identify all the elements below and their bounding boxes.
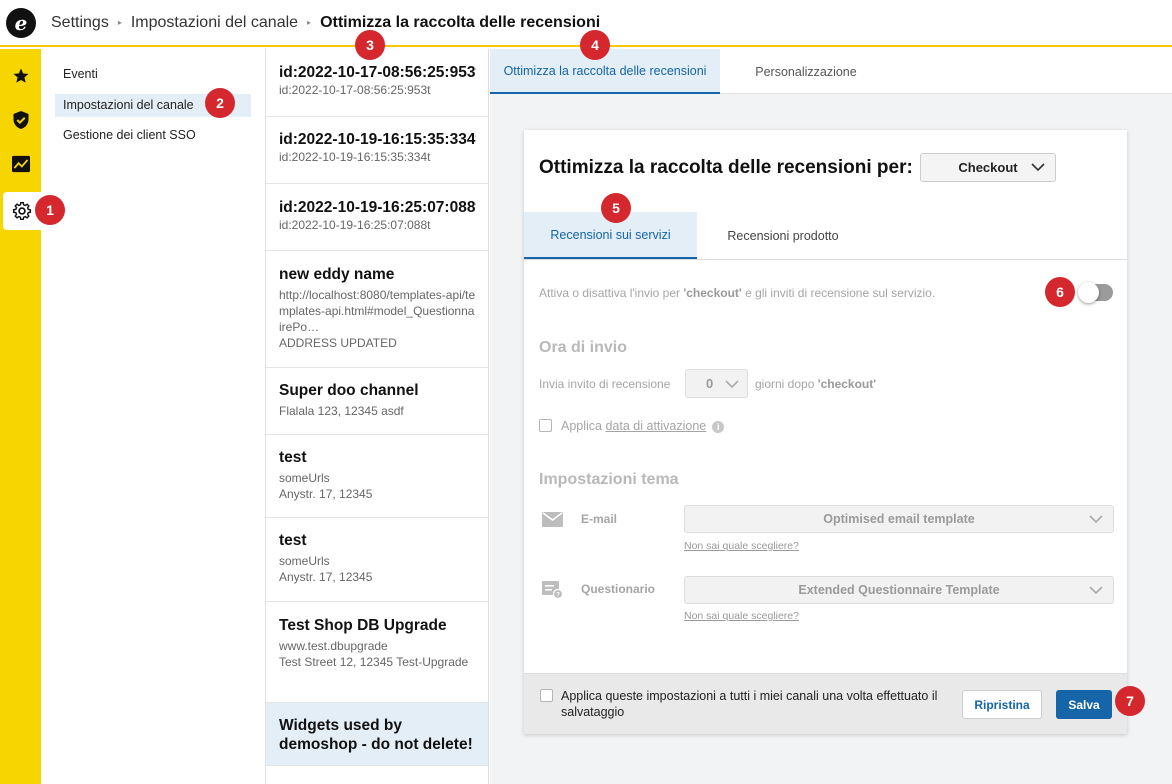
- channel-subtitle: http://localhost:8080/templates-api/temp…: [279, 288, 476, 350]
- list-item[interactable]: id:2022-10-19-16:15:35:334t id:2022-10-1…: [266, 117, 488, 184]
- icon-rail: [0, 49, 41, 784]
- channel-subtitle: Flalala 123, 12345 asdf: [279, 404, 404, 418]
- apply-all-channels-checkbox[interactable]: [540, 689, 553, 702]
- svg-text:?: ?: [556, 592, 560, 599]
- annotation-marker: 2: [205, 88, 235, 118]
- logo-letter: e: [14, 10, 28, 35]
- toggle-text-pre: Attiva o disattiva l'invio per: [539, 286, 684, 300]
- email-label: E-mail: [581, 512, 618, 526]
- trigger-select-value: Checkout: [958, 160, 1018, 175]
- chevron-down-icon: [1089, 586, 1103, 595]
- email-help-link[interactable]: Non sai quale scegliere?: [684, 540, 799, 552]
- breadcrumb: Settings ▸ Impostazioni del canale ▸ Ott…: [51, 14, 600, 32]
- apply-all-channels-label: Applica queste impostazioni a tutti i mi…: [561, 689, 938, 719]
- questionnaire-help-link[interactable]: Non sai quale scegliere?: [684, 610, 799, 622]
- breadcrumb-separator-icon: ▸: [117, 18, 122, 27]
- info-icon[interactable]: i: [712, 420, 725, 433]
- toggle-knob: [1078, 282, 1099, 303]
- main-content: Ottimizza la raccolta delle recensioni P…: [490, 49, 1172, 784]
- list-item[interactable]: test someUrls Anystr. 17, 12345: [266, 435, 488, 518]
- list-item[interactable]: id:2022-10-17-08:56:25:953t id:2022-10-1…: [266, 49, 488, 117]
- channel-title: id:2022-10-19-16:15:35:334t: [279, 131, 476, 148]
- tab-customization[interactable]: Personalizzazione: [720, 49, 892, 94]
- days-select-value: 0: [706, 376, 714, 391]
- channel-list: id:2022-10-17-08:56:25:953t id:2022-10-1…: [266, 49, 489, 784]
- channel-title: test: [279, 532, 307, 549]
- card-footer: Applica queste impostazioni a tutti i mi…: [524, 673, 1127, 734]
- subnav-item-eventi[interactable]: Eventi: [55, 63, 251, 86]
- chart-trend-icon[interactable]: [0, 145, 41, 183]
- annotation-marker: 5: [601, 193, 631, 223]
- channel-title: id:2022-10-17-08:56:25:953t: [279, 64, 476, 81]
- days-select[interactable]: 0: [685, 369, 748, 398]
- channel-subtitle: id:2022-10-17-08:56:25:953t: [279, 83, 431, 97]
- channel-title: test: [279, 449, 307, 466]
- annotation-marker: 4: [580, 30, 610, 60]
- brand-logo[interactable]: e: [6, 7, 36, 38]
- card-title: Ottimizza la raccolta delle recensioni p…: [539, 157, 913, 178]
- list-item[interactable]: new eddy name http://localhost:8080/temp…: [266, 251, 488, 368]
- channel-subtitle: someUrls Anystr. 17, 12345: [279, 471, 373, 501]
- save-button[interactable]: Salva: [1056, 690, 1112, 719]
- shield-check-icon[interactable]: [0, 101, 41, 139]
- activation-date-label: Applica data di attivazione i: [561, 419, 725, 433]
- send-invite-label: Invia invito di recensione: [539, 377, 671, 391]
- breadcrumb-channel-settings[interactable]: Impostazioni del canale: [131, 14, 298, 32]
- days-after-bold: 'checkout': [817, 377, 877, 391]
- channel-subtitle: someUrls Anystr. 17, 12345: [279, 554, 373, 584]
- email-template-value: Optimised email template: [823, 512, 975, 526]
- annotation-marker: 3: [355, 30, 385, 60]
- toggle-text-bold: 'checkout': [683, 286, 742, 300]
- questionnaire-label: Questionario: [581, 582, 656, 596]
- questionnaire-template-select[interactable]: Extended Questionnaire Template: [684, 576, 1114, 604]
- settings-subnav: Eventi Impostazioni del canale Gestione …: [41, 49, 266, 784]
- list-item[interactable]: test someUrls Anystr. 17, 12345: [266, 518, 488, 602]
- annotation-marker: 1: [35, 195, 65, 225]
- questionnaire-template-value: Extended Questionnaire Template: [798, 583, 1000, 597]
- breadcrumb-settings[interactable]: Settings: [51, 14, 109, 32]
- annotation-marker: 6: [1045, 277, 1075, 307]
- breadcrumb-current: Ottimizza la raccolta delle recensioni: [320, 13, 601, 31]
- list-item[interactable]: Test Shop DB Upgrade www.test.dbupgrade …: [266, 602, 488, 703]
- channel-title: Widgets used by demoshop - do not delete…: [279, 717, 473, 753]
- questionnaire-icon: ?: [542, 581, 563, 599]
- list-item[interactable]: id:2022-10-19-16:25:07:088t id:2022-10-1…: [266, 184, 488, 251]
- days-after-pre: giorni dopo: [755, 377, 818, 391]
- activation-date-link[interactable]: data di attivazione: [605, 419, 706, 433]
- tab-product-reviews[interactable]: Recensioni prodotto: [697, 212, 869, 259]
- list-item[interactable]: Super doo channel Flalala 123, 12345 asd…: [266, 368, 488, 435]
- channel-title: new eddy name: [279, 266, 395, 283]
- annotation-marker: 7: [1115, 686, 1145, 716]
- chevron-down-icon: [725, 380, 739, 389]
- days-after-label: giorni dopo 'checkout': [755, 377, 876, 391]
- reset-button[interactable]: Ripristina: [962, 690, 1042, 719]
- apply-label-pre: Applica: [561, 419, 606, 433]
- toggle-text-post: e gli inviti di recensione sul servizio.: [741, 286, 936, 300]
- email-template-select[interactable]: Optimised email template: [684, 505, 1114, 533]
- breadcrumb-separator-icon: ▸: [307, 18, 312, 27]
- service-invite-toggle[interactable]: [1078, 282, 1113, 303]
- star-icon[interactable]: [0, 57, 41, 95]
- channel-subtitle: id:2022-10-19-16:25:07:088t: [279, 218, 431, 232]
- send-time-heading: Ora di invio: [539, 339, 628, 356]
- channel-title: Test Shop DB Upgrade: [279, 617, 447, 634]
- list-item-selected[interactable]: Widgets used by demoshop - do not delete…: [266, 703, 488, 766]
- activation-date-checkbox[interactable]: [539, 419, 552, 432]
- chevron-down-icon: [1089, 515, 1103, 524]
- channel-title: id:2022-10-19-16:25:07:088t: [279, 199, 476, 216]
- theme-heading: Impostazioni tema: [539, 471, 679, 488]
- channel-title: Super doo channel: [279, 382, 419, 399]
- subnav-item-sso-clients[interactable]: Gestione dei client SSO: [55, 124, 251, 147]
- email-icon: [542, 512, 563, 527]
- channel-subtitle: id:2022-10-19-16:15:35:334t: [279, 150, 431, 164]
- chevron-down-icon: [1031, 163, 1045, 172]
- trigger-select[interactable]: Checkout: [920, 153, 1056, 182]
- channel-subtitle: www.test.dbupgrade Test Street 12, 12345…: [279, 639, 469, 669]
- toggle-description: Attiva o disattiva l'invio per 'checkout…: [539, 286, 935, 300]
